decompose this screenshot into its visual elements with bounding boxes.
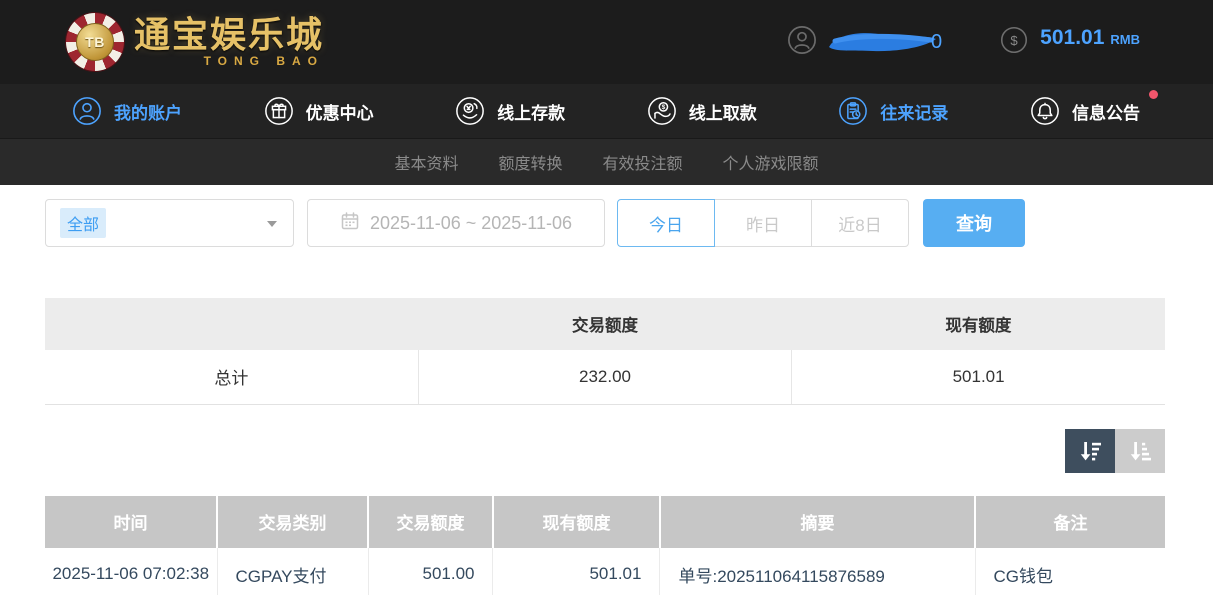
- records-header-current-balance: 现有额度: [493, 496, 660, 548]
- nav-item-notices[interactable]: 信息公告: [1030, 96, 1140, 126]
- nav-label: 优惠中心: [306, 99, 374, 124]
- summary-header-empty: [45, 298, 418, 350]
- sort-asc-icon: [1127, 438, 1153, 464]
- nav-item-records[interactable]: 往来记录: [838, 96, 948, 126]
- table-row: 2025-11-06 07:02:38 CGPAY支付 501.00 501.0…: [45, 548, 1165, 595]
- svg-text:$: $: [1011, 32, 1019, 47]
- withdraw-icon: $: [647, 96, 677, 126]
- subnav-item-game-limits[interactable]: 个人游戏限额: [723, 150, 819, 174]
- record-transaction-amount: 501.00: [368, 548, 493, 595]
- nav-item-promotions[interactable]: 优惠中心: [264, 96, 374, 126]
- calendar-icon: [340, 211, 360, 236]
- sort-controls: [45, 429, 1165, 473]
- record-time: 2025-11-06 07:02:38: [45, 548, 217, 595]
- chevron-down-icon: [267, 221, 277, 227]
- records-header-time: 时间: [45, 496, 217, 548]
- subnav-item-valid-bets[interactable]: 有效投注额: [603, 150, 683, 174]
- summary-total-label: 总计: [45, 350, 418, 404]
- record-summary: 单号:202511064115876589: [660, 548, 975, 595]
- nav-label: 信息公告: [1072, 99, 1140, 124]
- records-header-type: 交易类别: [217, 496, 368, 548]
- type-select[interactable]: 全部: [45, 199, 294, 247]
- summary-header-transaction-amount: 交易额度: [418, 298, 791, 350]
- sort-desc-icon: [1077, 438, 1103, 464]
- quick-btn-yesterday[interactable]: 昨日: [714, 199, 812, 247]
- user-account[interactable]: 0: [787, 25, 942, 60]
- account-icon: [72, 96, 102, 126]
- quick-range-group: 今日 昨日 近8日: [617, 199, 909, 247]
- site-logo[interactable]: TB 通宝娱乐城 TONG BAO: [66, 13, 324, 71]
- casino-chip-icon: TB: [66, 13, 124, 71]
- nav-item-withdraw[interactable]: $ 线上取款: [647, 96, 757, 126]
- record-current-balance: 501.01: [493, 548, 660, 595]
- chip-monogram: TB: [76, 23, 114, 61]
- svg-text:$: $: [661, 104, 665, 111]
- nav-label: 线上取款: [689, 99, 757, 124]
- record-remark: CG钱包: [975, 548, 1165, 595]
- summary-current-balance: 501.01: [792, 350, 1165, 404]
- logo-text: 通宝娱乐城 TONG BAO: [134, 17, 324, 67]
- deposit-icon: [455, 96, 485, 126]
- nav-label: 线上存款: [497, 99, 565, 124]
- date-range-input[interactable]: 2025-11-06 ~ 2025-11-06: [307, 199, 605, 247]
- nav-item-my-account[interactable]: 我的账户: [72, 96, 182, 126]
- summary-header-current-balance: 现有额度: [792, 298, 1165, 350]
- gift-icon: [264, 96, 294, 126]
- main-nav: 我的账户 优惠中心: [0, 84, 1213, 138]
- subnav-item-basic-info[interactable]: 基本资料: [394, 150, 458, 174]
- records-header-row: 时间 交易类别 交易额度 现有额度 摘要 备注: [45, 496, 1165, 548]
- dollar-icon: $: [1000, 26, 1028, 59]
- logo-title: 通宝娱乐城: [134, 17, 324, 53]
- filter-row: 全部 2025-11-: [45, 199, 1165, 247]
- search-button[interactable]: 查询: [923, 199, 1025, 247]
- page: TB 通宝娱乐城 TONG BAO: [0, 0, 1213, 595]
- sort-descending-button[interactable]: [1065, 429, 1115, 473]
- summary-total-row: 总计 232.00 501.01: [45, 350, 1165, 404]
- user-icon: [787, 25, 817, 60]
- sub-nav: 基本资料 额度转换 有效投注额 个人游戏限额: [0, 138, 1213, 185]
- records-header-transaction-amount: 交易额度: [368, 496, 493, 548]
- summary-header-row: 交易额度 现有额度: [45, 298, 1165, 350]
- balance-amount: 501.01: [1040, 26, 1104, 50]
- record-type: CGPAY支付: [217, 548, 368, 595]
- username-suffix: 0: [931, 31, 942, 54]
- content-area: 全部 2025-11-: [0, 199, 1213, 595]
- records-header-remark: 备注: [975, 496, 1165, 548]
- nav-label: 往来记录: [880, 99, 948, 124]
- records-header-summary: 摘要: [660, 496, 975, 548]
- records-table: 时间 交易类别 交易额度 现有额度 摘要 备注 2025-11-06 07:02…: [45, 496, 1165, 595]
- balance-currency: RMB: [1110, 32, 1140, 47]
- notification-dot: [1149, 90, 1158, 99]
- summary-table: 交易额度 现有额度 总计 232.00 501.01: [45, 298, 1165, 405]
- bell-icon: [1030, 96, 1060, 126]
- subnav-item-credit-transfer[interactable]: 额度转换: [498, 150, 562, 174]
- top-header: TB 通宝娱乐城 TONG BAO: [0, 0, 1213, 84]
- balance-display: $ 501.01 RMB: [1000, 26, 1140, 59]
- sort-ascending-button[interactable]: [1115, 429, 1165, 473]
- logo-subtitle: TONG BAO: [134, 55, 324, 67]
- redaction-scribble-icon: [823, 26, 941, 58]
- quick-btn-today[interactable]: 今日: [617, 199, 715, 247]
- top-right-cluster: 0 $ 501.01 RMB: [787, 25, 1140, 60]
- nav-label: 我的账户: [114, 99, 182, 124]
- nav-item-deposit[interactable]: 线上存款: [455, 96, 565, 126]
- summary-transaction-amount: 232.00: [418, 350, 791, 404]
- date-range-value: 2025-11-06 ~ 2025-11-06: [370, 213, 572, 234]
- records-icon: [838, 96, 868, 126]
- redacted-username: 0: [823, 26, 942, 58]
- quick-btn-last-8-days[interactable]: 近8日: [811, 199, 909, 247]
- type-select-value: 全部: [60, 208, 106, 238]
